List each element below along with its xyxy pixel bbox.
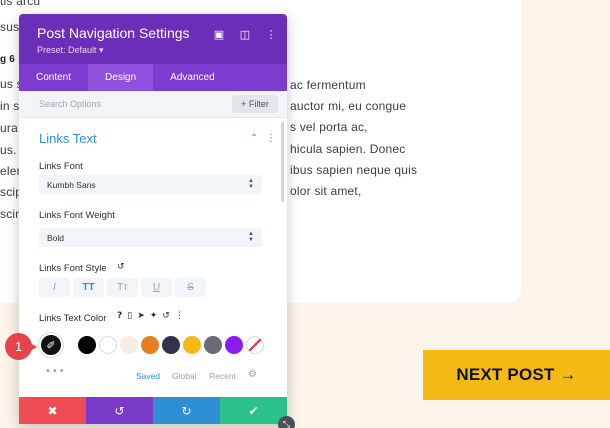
links-text-color-label: Links Text Color [39, 313, 107, 324]
redo-icon: ↻ [181, 403, 192, 418]
font-style-buttons: I TT Tᴛ U S [39, 278, 206, 297]
links-font-weight-select[interactable]: Bold ▲ ▼ [39, 228, 262, 247]
color-swatch-navy[interactable] [162, 336, 180, 354]
filter-button[interactable]: + Filter [232, 95, 278, 113]
color-swatch-none[interactable] [246, 336, 264, 354]
body-text-line: tis arcu [0, 0, 41, 8]
body-text-line: ac fermentum [290, 78, 366, 92]
tab-saved-colors[interactable]: Saved [136, 371, 160, 381]
color-swatch-black[interactable] [78, 336, 96, 354]
body-text-line: ibus sapien neque quis [290, 163, 418, 177]
body-text-line: us. [0, 143, 17, 157]
color-swatch-yellow[interactable] [183, 336, 201, 354]
redo-button[interactable]: ↻ [153, 397, 220, 424]
reset-icon[interactable]: ↺ [117, 262, 125, 272]
color-swatch-orange[interactable] [141, 336, 159, 354]
expand-icon[interactable]: ▣ [211, 26, 227, 42]
color-swatch-cream[interactable] [120, 336, 138, 354]
close-icon: ✖ [47, 403, 58, 418]
eyedropper-color-picker[interactable]: ✐ [39, 333, 63, 357]
next-post-link[interactable]: NEXT POST → [423, 350, 610, 400]
color-label-icons: ? ▯ ➤ ✦ ↺ ⋮ [117, 311, 184, 321]
more-options-icon[interactable]: ⋮ [175, 311, 184, 321]
body-text-line: ura [0, 121, 18, 135]
tab-advanced[interactable]: Advanced [153, 64, 231, 91]
capitalize-button[interactable]: Tᴛ [107, 278, 138, 297]
links-font-weight-label: Links Font Weight [39, 210, 115, 221]
strikethrough-button[interactable]: S [175, 278, 206, 297]
body-heading: g 6 [0, 54, 16, 65]
reset-icon[interactable]: ↺ [162, 311, 170, 321]
body-text-line: s vel porta ac, [290, 120, 368, 134]
color-swatch-white[interactable] [99, 336, 117, 354]
color-swatch-gray[interactable] [204, 336, 222, 354]
resize-handle-icon[interactable]: ⤡ [278, 416, 295, 428]
search-options-bar[interactable]: Search Options + Filter [19, 91, 287, 118]
checkmark-icon: ✔ [248, 403, 259, 418]
italic-button[interactable]: I [39, 278, 70, 297]
body-text-line: auctor mi, eu congue [290, 99, 407, 113]
save-button[interactable]: ✔ [220, 397, 287, 424]
select-arrows-icon: ▲ ▼ [248, 178, 254, 190]
preset-selector[interactable]: Preset: Default ▾ [37, 45, 104, 56]
help-icon[interactable]: ? [117, 311, 122, 321]
tab-design[interactable]: Design [88, 64, 154, 91]
uppercase-button[interactable]: TT [73, 278, 104, 297]
tab-global-colors[interactable]: Global [172, 371, 197, 381]
pin-icon[interactable]: ✦ [150, 311, 158, 321]
body-text-line: olor sit amet, [290, 184, 362, 198]
chevron-up-icon[interactable]: ⌃ [250, 133, 258, 144]
links-font-style-label: Links Font Style [39, 263, 107, 274]
links-font-select[interactable]: Kumbh Sans ▲ ▼ [39, 175, 262, 194]
color-swatch-purple[interactable] [225, 336, 243, 354]
hover-cursor-icon[interactable]: ➤ [137, 311, 145, 321]
section-title-links-text[interactable]: Links Text [39, 131, 97, 146]
scrollbar[interactable] [281, 122, 284, 202]
mobile-icon[interactable]: ▯ [127, 311, 132, 321]
more-options-icon[interactable]: ⋮ [263, 26, 279, 42]
undo-button[interactable]: ↺ [86, 397, 153, 424]
tab-recent-colors[interactable]: Recent [209, 371, 236, 381]
select-arrows-icon: ▲ ▼ [248, 231, 254, 243]
cancel-button[interactable]: ✖ [19, 397, 86, 424]
modal-header: Post Navigation Settings Preset: Default… [19, 14, 287, 64]
undo-icon: ↺ [114, 403, 125, 418]
step-badge: 1 [5, 333, 32, 360]
body-text-line: hicula sapien. Donec [290, 142, 406, 156]
search-input[interactable]: Search Options [39, 99, 101, 109]
modal-title: Post Navigation Settings [37, 25, 190, 41]
settings-gear-icon[interactable]: ⚙ [248, 369, 257, 380]
more-colors-icon[interactable]: ••• [45, 366, 66, 377]
links-font-value: Kumbh Sans [47, 179, 96, 190]
sidebar-toggle-icon[interactable]: ◫ [237, 26, 253, 42]
underline-button[interactable]: U [141, 278, 172, 297]
links-font-weight-value: Bold [47, 232, 65, 243]
tab-content[interactable]: Content [19, 64, 88, 91]
more-options-icon[interactable]: ⋮ [266, 133, 276, 144]
modal-tabs: Content Design Advanced [19, 64, 287, 91]
links-font-label: Links Font [39, 161, 83, 172]
step-badge-pointer [30, 343, 37, 351]
settings-modal: Post Navigation Settings Preset: Default… [19, 14, 287, 424]
modal-footer: ✖ ↺ ↻ ✔ [19, 397, 287, 424]
